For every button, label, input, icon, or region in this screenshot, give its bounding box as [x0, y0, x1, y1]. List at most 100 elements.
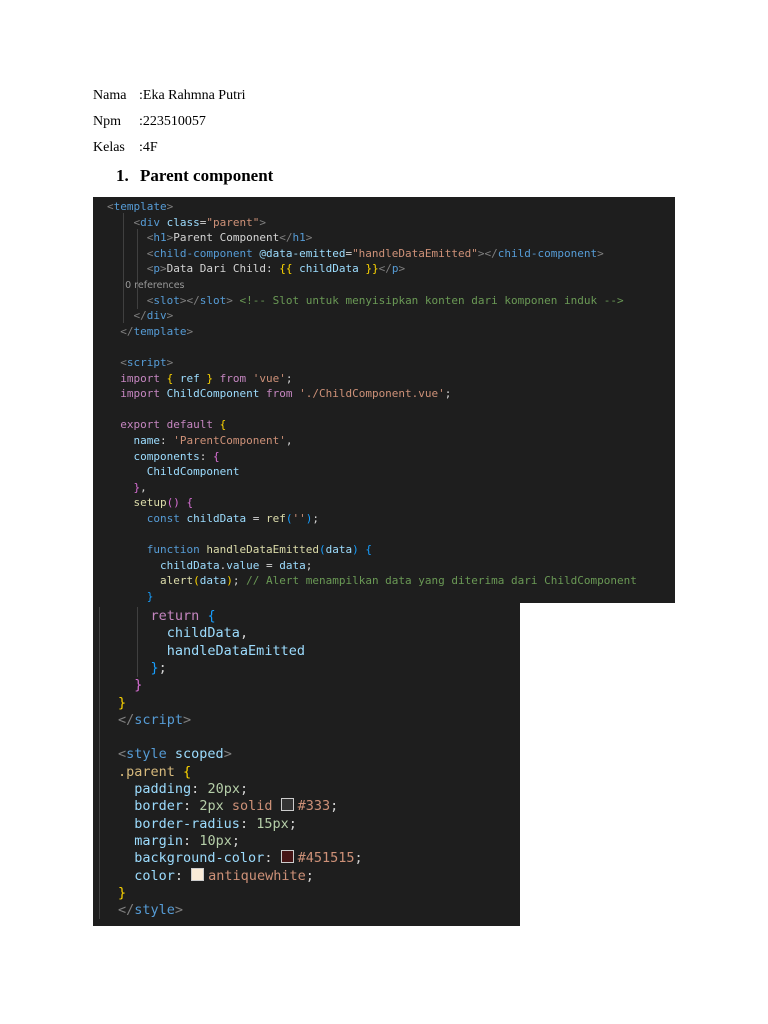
code-token: }	[118, 694, 127, 711]
code-token: "parent"	[206, 215, 260, 229]
code-line: </style>	[118, 902, 183, 919]
code-line: }	[118, 885, 126, 902]
code-token: ;	[232, 574, 247, 588]
code-token: ;	[354, 850, 363, 867]
code-token: @data-emitted	[259, 246, 346, 260]
code-token: border-radius	[134, 815, 240, 832]
code-token: )	[226, 574, 233, 588]
code-token: childData	[159, 558, 220, 572]
code-token: template	[133, 324, 187, 338]
code-screenshot-top: <template> <div class="parent"> <h1>Pare…	[93, 197, 675, 603]
name-label: Nama	[93, 88, 127, 103]
code-line: <child-component @data-emitted="handleDa…	[107, 246, 604, 262]
student-npm-row: Npm :223510057	[93, 114, 206, 130]
code-token: ,	[285, 434, 293, 447]
code-token: >	[166, 309, 174, 323]
code-token: solid	[231, 798, 273, 815]
code-line: background-color: #451515;	[118, 850, 363, 867]
code-line: 0 references	[107, 277, 185, 293]
code-line: <slot></slot> <!-- Slot untuk menyisipka…	[107, 293, 624, 309]
class-value: :4F	[139, 140, 158, 155]
code-token: ;	[305, 867, 314, 884]
code-token: }	[150, 659, 159, 676]
code-token: 15px	[256, 815, 289, 832]
code-token: handleDataEmitted	[206, 543, 319, 557]
code-line: <style scoped>	[118, 746, 232, 763]
code-token: #333	[297, 798, 331, 815]
code-line: border-radius: 15px;	[118, 816, 297, 833]
code-token: }	[146, 590, 154, 603]
code-token: :	[183, 832, 200, 849]
code-line: },	[107, 480, 147, 496]
code-token: (	[193, 574, 200, 588]
code-token: >	[398, 262, 406, 276]
code-token: </	[118, 711, 135, 728]
code-token: name	[133, 434, 161, 447]
code-token: =	[246, 512, 266, 525]
code-token: setup	[133, 496, 167, 510]
code-token: >	[166, 356, 174, 369]
code-token: p	[153, 262, 160, 276]
color-swatch	[280, 798, 294, 812]
code-token: h1	[292, 231, 306, 245]
code-token: {	[365, 543, 372, 557]
code-token: </	[133, 309, 147, 323]
code-token: ,	[140, 480, 147, 494]
code-token: :	[199, 449, 213, 463]
code-token: ;	[305, 558, 313, 572]
code-token: :	[160, 434, 174, 447]
name-value: :Eka Rahmna Putri	[139, 88, 246, 103]
code-token: 'ParentComponent'	[173, 434, 286, 447]
code-line: alert(data); // Alert menampilkan data y…	[107, 573, 637, 589]
code-token: #451515	[297, 850, 355, 867]
code-token: >	[226, 293, 233, 307]
code-token: ref	[265, 512, 286, 525]
code-token: <	[107, 200, 114, 213]
code-line: setup() {	[107, 495, 194, 511]
code-token: data	[325, 543, 353, 557]
code-token: './ChildComponent.vue'	[299, 387, 445, 401]
code-token: ;	[330, 798, 339, 815]
code-line: padding: 20px;	[118, 781, 248, 798]
code-line: };	[118, 660, 167, 677]
code-token: <!-- Slot untuk menyisipkan konten dari …	[239, 293, 624, 307]
code-token: </	[279, 231, 293, 245]
code-token: data	[199, 574, 227, 588]
code-line: childData.value = data;	[107, 558, 312, 574]
npm-label: Npm	[93, 114, 121, 129]
code-token: background-color	[134, 850, 265, 867]
code-line: }	[107, 589, 154, 603]
code-token: 'vue'	[252, 371, 286, 385]
code-token: childData	[299, 262, 359, 276]
code-token: <	[120, 356, 127, 369]
code-token: function	[146, 543, 200, 557]
code-token: default	[166, 418, 213, 432]
code-line: <p>Data Dari Child: {{ childData }}</p>	[107, 261, 405, 277]
code-token: template	[113, 200, 167, 213]
color-swatch	[280, 850, 294, 864]
student-class-row: Kelas:4F	[93, 140, 158, 156]
code-token: h1	[153, 231, 167, 245]
code-line: components: {	[107, 449, 220, 465]
code-token: >	[597, 246, 604, 260]
code-lens-hint: 0 references	[107, 280, 185, 291]
code-line: }	[118, 695, 126, 712]
npm-value: :223510057	[139, 114, 206, 129]
code-token: ;	[288, 815, 297, 832]
code-token: childData	[166, 625, 240, 642]
code-token: from	[219, 371, 247, 385]
code-line: const childData = ref('');	[107, 511, 319, 527]
